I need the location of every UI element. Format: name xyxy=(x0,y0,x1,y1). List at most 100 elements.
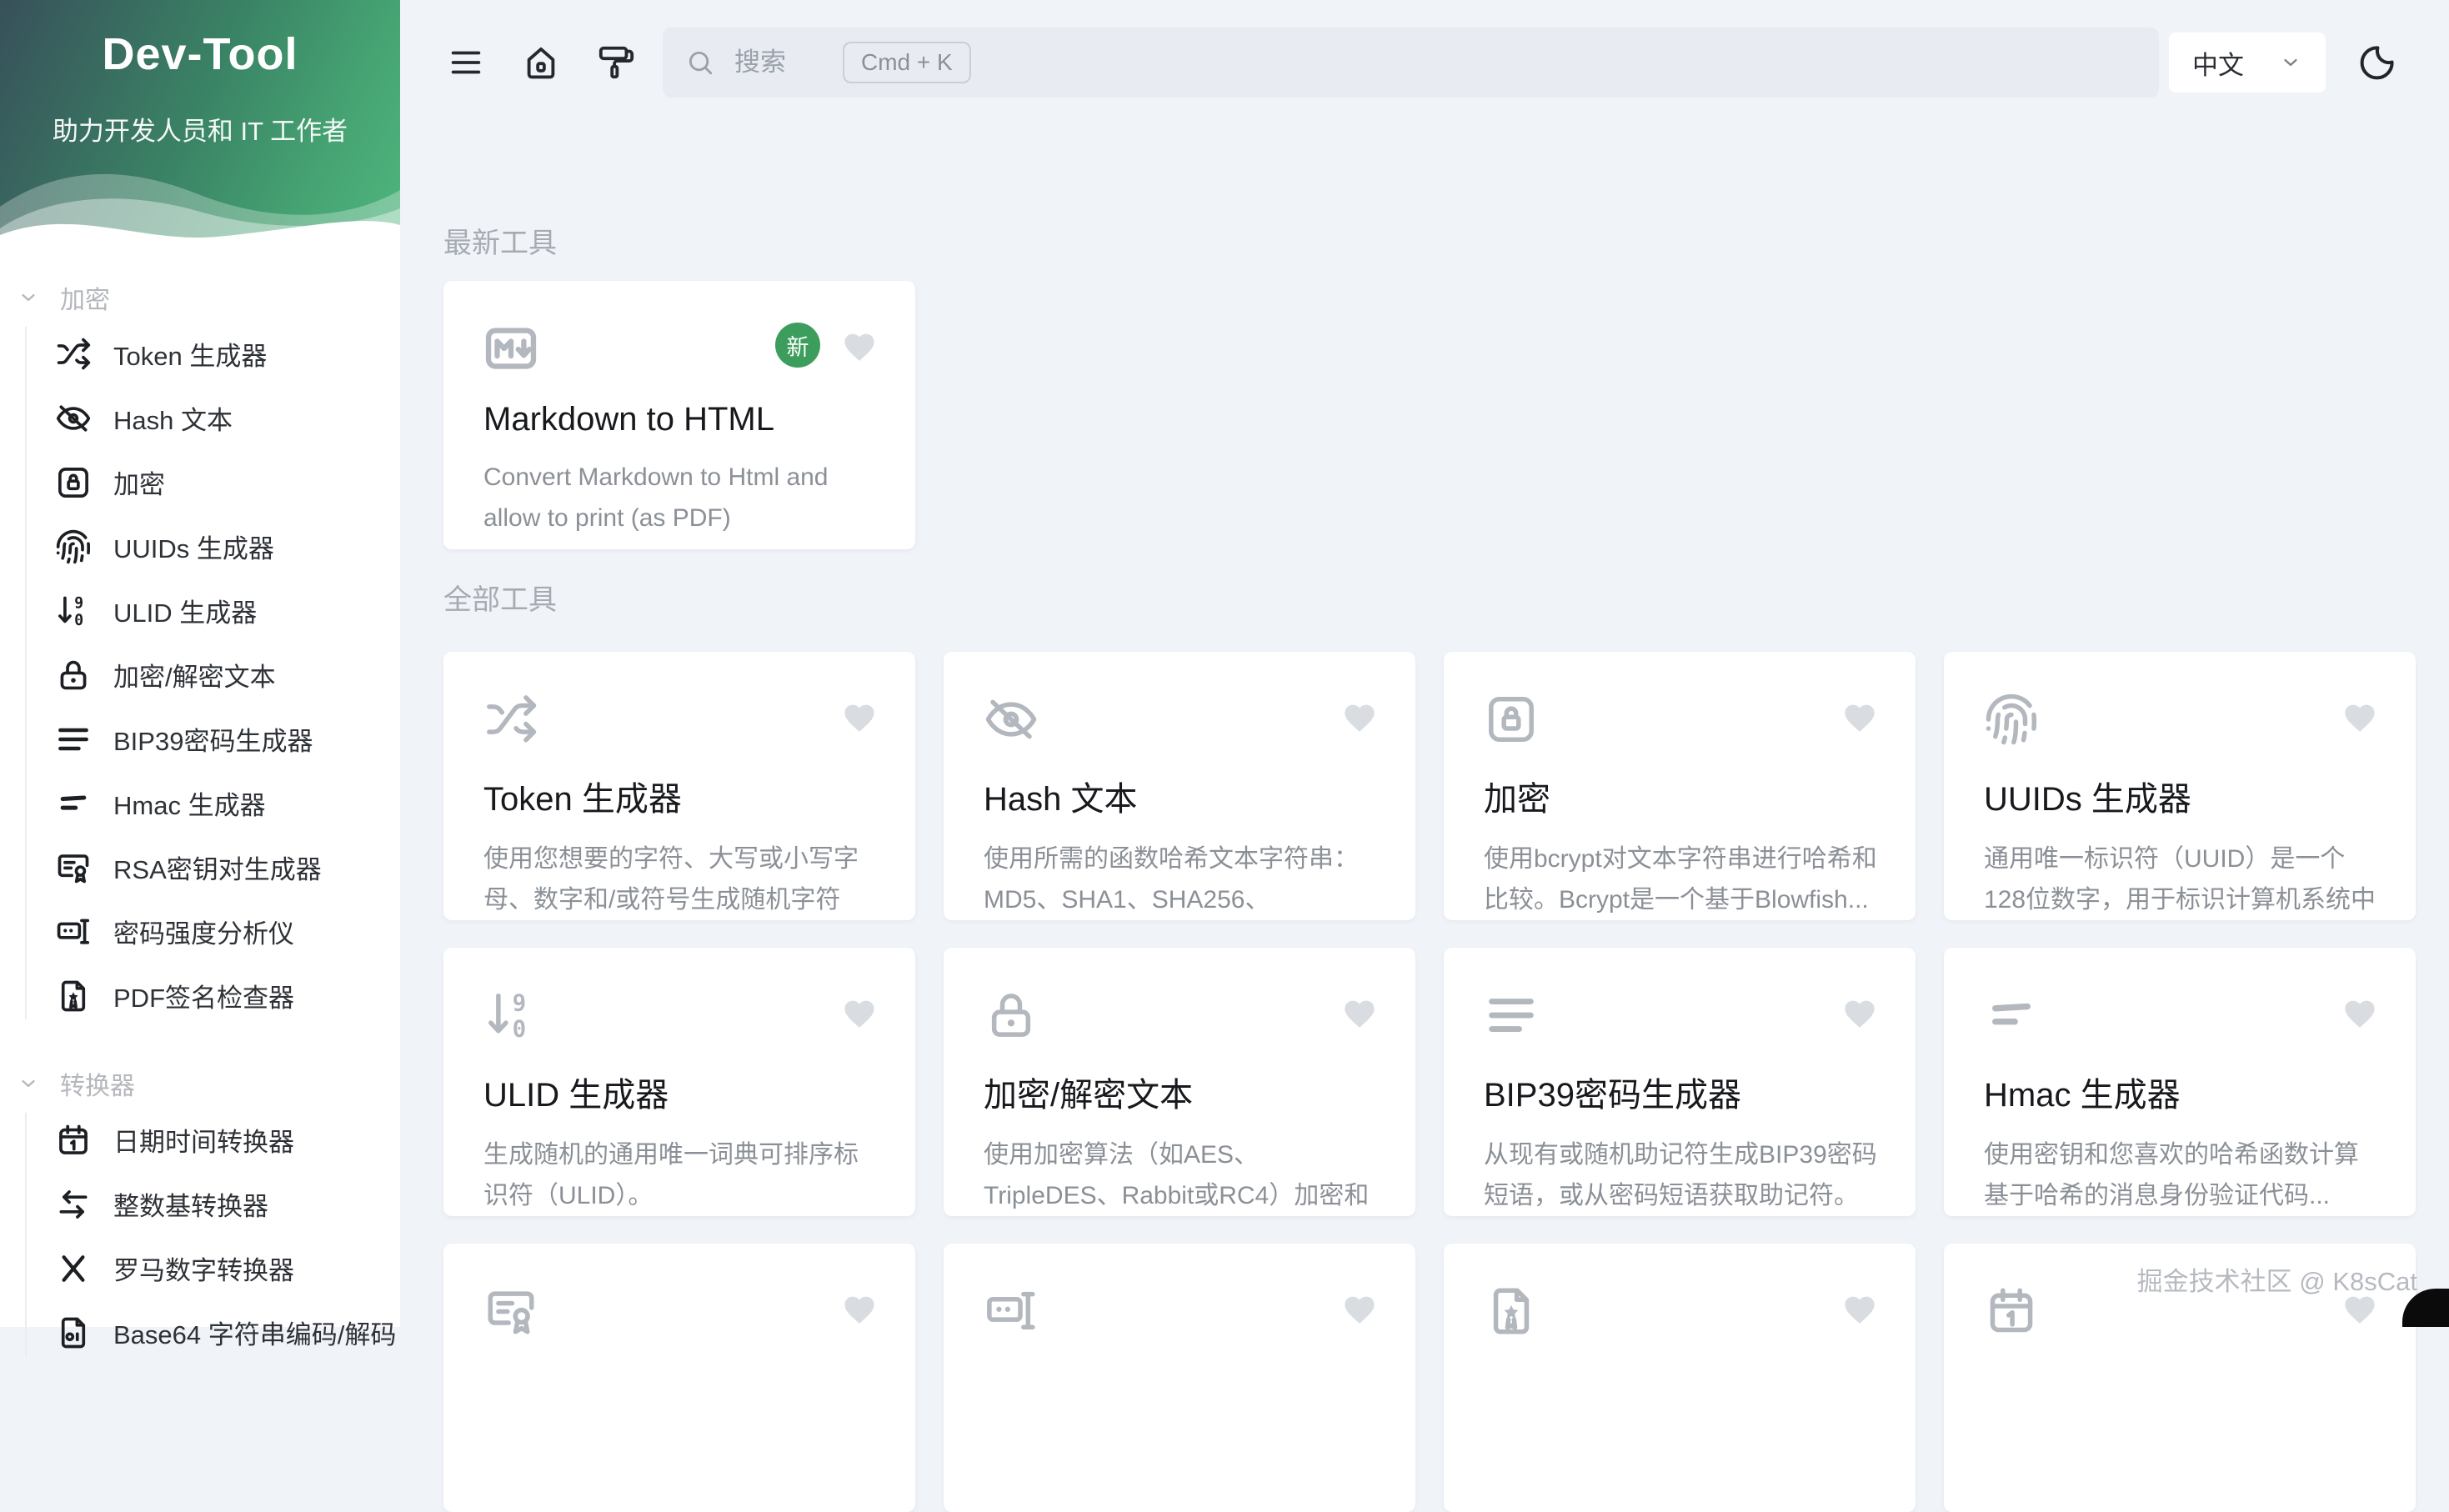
search-icon xyxy=(686,48,714,77)
sidebar-item[interactable]: 加密 xyxy=(0,450,400,514)
sidebar-item-label: ULID 生成器 xyxy=(113,592,257,629)
card-top: 90 xyxy=(483,988,879,1043)
sidebar-item-label: Token 生成器 xyxy=(113,335,267,373)
heart-icon[interactable] xyxy=(1841,698,1879,737)
card-top xyxy=(483,1284,879,1339)
card-description: Convert Markdown to Html and allow to pr… xyxy=(483,457,879,538)
arrow-down-10-icon: 90 xyxy=(55,593,92,629)
sidebar-item[interactable]: PDF签名检查器 xyxy=(0,964,400,1028)
sidebar-item[interactable]: 90 ULID 生成器 xyxy=(0,578,400,643)
card-title: ULID 生成器 xyxy=(483,1068,879,1116)
sidebar-item[interactable]: Base64 字符串编码/解码 xyxy=(0,1300,400,1364)
section-header-converters[interactable]: 转换器 xyxy=(0,1059,400,1108)
hmac-lines-icon xyxy=(1984,988,2039,1043)
language-select[interactable]: 中文 xyxy=(2169,33,2326,93)
heart-icon[interactable] xyxy=(840,328,879,366)
sidebar-item[interactable]: BIP39密码生成器 xyxy=(0,707,400,771)
sidebar-item-label: PDF签名检查器 xyxy=(113,977,294,1014)
sidebar-item[interactable]: 密码强度分析仪 xyxy=(0,899,400,964)
card-title: 加密/解密文本 xyxy=(984,1068,1379,1116)
app-root: { "sidebar": { "title": "Dev-Tool", "sub… xyxy=(0,0,2449,1327)
sidebar-item[interactable]: 整数基转换器 xyxy=(0,1172,400,1236)
card-description: 使用加密算法（如AES、TripleDES、Rabbit或RC4）加密和解密文本… xyxy=(984,1134,1379,1216)
heart-icon[interactable] xyxy=(840,1290,879,1329)
menu-icon xyxy=(447,43,485,82)
align-left-icon xyxy=(55,721,92,758)
tool-card[interactable] xyxy=(443,1244,915,1512)
sidebar-item[interactable]: UUIDs 生成器 xyxy=(0,514,400,578)
card-top xyxy=(984,988,1379,1043)
sidebar: Dev-Tool 助力开发人员和 IT 工作者 加密 Token 生成器 Ha xyxy=(0,0,400,1327)
search-input[interactable] xyxy=(733,47,836,78)
file-certificate-icon xyxy=(1484,1284,1539,1339)
heart-icon[interactable] xyxy=(1841,994,1879,1033)
lock-icon xyxy=(55,657,92,693)
svg-text:0: 0 xyxy=(74,611,83,628)
home-button[interactable] xyxy=(522,43,560,82)
sidebar-item-label: 密码强度分析仪 xyxy=(113,913,294,950)
svg-text:0: 0 xyxy=(513,1015,527,1042)
card-description: 使用密钥和您喜欢的哈希函数计算基于哈希的消息身份验证代码... xyxy=(1984,1134,2379,1216)
theme-button[interactable] xyxy=(597,43,635,82)
svg-text:9: 9 xyxy=(74,594,83,612)
tool-card[interactable] xyxy=(944,1244,1415,1512)
tools-grid: Token 生成器 使用您想要的字符、大写或小写字母、数字和/或符号生成随机字符… xyxy=(443,652,2416,1216)
card-actions: 新 xyxy=(775,321,879,368)
sidebar-item[interactable]: 加密/解密文本 xyxy=(0,643,400,707)
card-title: Token 生成器 xyxy=(483,772,879,820)
tool-card[interactable]: BIP39密码生成器 从现有或随机助记符生成BIP39密码短语，或从密码短语获取… xyxy=(1444,948,1916,1216)
card-description: 从现有或随机助记符生成BIP39密码短语，或从密码短语获取助记符。 xyxy=(1484,1134,1879,1216)
section-header-encryption[interactable]: 加密 xyxy=(0,273,400,322)
tool-card[interactable]: Hmac 生成器 使用密钥和您喜欢的哈希函数计算基于哈希的消息身份验证代码... xyxy=(1944,948,2416,1216)
heart-icon[interactable] xyxy=(840,994,879,1033)
card-top xyxy=(984,1284,1379,1339)
sidebar-item-label: 日期时间转换器 xyxy=(113,1121,294,1159)
heart-icon[interactable] xyxy=(840,698,879,737)
tool-card[interactable]: 加密 使用bcrypt对文本字符串进行哈希和比较。Bcrypt是一个基于Blow… xyxy=(1444,652,1916,920)
heart-icon[interactable] xyxy=(2341,698,2379,737)
card-title: Hmac 生成器 xyxy=(1984,1068,2379,1116)
heart-icon[interactable] xyxy=(2341,994,2379,1033)
fingerprint-icon xyxy=(55,528,92,565)
certificate-icon xyxy=(55,849,92,886)
tool-card[interactable]: 90 ULID 生成器 生成随机的通用唯一词典可排序标识符（ULID）。 xyxy=(443,948,915,1216)
sidebar-item[interactable]: RSA密钥对生成器 xyxy=(0,835,400,899)
shuffle-icon xyxy=(483,692,538,747)
tool-card[interactable]: 加密/解密文本 使用加密算法（如AES、TripleDES、Rabbit或RC4… xyxy=(944,948,1415,1216)
sidebar-item[interactable]: Token 生成器 xyxy=(0,322,400,386)
heart-icon[interactable] xyxy=(1340,1290,1379,1329)
sidebar-item[interactable]: 罗马数字转换器 xyxy=(0,1236,400,1300)
new-badge: 新 xyxy=(775,323,820,368)
tool-card[interactable]: Token 生成器 使用您想要的字符、大写或小写字母、数字和/或符号生成随机字符… xyxy=(443,652,915,920)
heart-icon[interactable] xyxy=(1340,698,1379,737)
sidebar-section-converters: 转换器 日期时间转换器 整数基转换器 罗马数字转换器 Base64 字符串 xyxy=(0,1059,400,1364)
card-title: BIP39密码生成器 xyxy=(1484,1068,1879,1116)
card-description: 使用所需的函数哈希文本字符串：MD5、SHA1、SHA256、SHA224... xyxy=(984,839,1379,920)
sidebar-item[interactable]: 日期时间转换器 xyxy=(0,1108,400,1172)
heart-icon[interactable] xyxy=(1841,1290,1879,1329)
sidebar-item-label: Hash 文本 xyxy=(113,399,233,437)
hmac-lines-icon xyxy=(55,785,92,822)
dark-mode-toggle[interactable] xyxy=(2357,43,2397,83)
sidebar-item[interactable]: Hmac 生成器 xyxy=(0,771,400,835)
menu-button[interactable] xyxy=(447,43,485,82)
search-bar[interactable]: Cmd + K xyxy=(663,28,2159,98)
sidebar-item[interactable]: Hash 文本 xyxy=(0,386,400,450)
align-left-icon xyxy=(1484,988,1539,1043)
sidebar-item-label: 加密/解密文本 xyxy=(113,656,276,693)
sidebar-item-label: RSA密钥对生成器 xyxy=(113,849,322,886)
tool-card[interactable] xyxy=(1444,1244,1916,1512)
card-title: UUIDs 生成器 xyxy=(1984,772,2379,820)
tool-card[interactable]: UUIDs 生成器 通用唯一标识符（UUID）是一个128位数字，用于标识计算机… xyxy=(1944,652,2416,920)
main-content: 最新工具 新 Markdown to HTML Convert Markdown… xyxy=(400,125,2449,1512)
tool-card[interactable]: Hash 文本 使用所需的函数哈希文本字符串：MD5、SHA1、SHA256、S… xyxy=(944,652,1415,920)
tool-card-markdown-to-html[interactable]: 新 Markdown to HTML Convert Markdown to H… xyxy=(443,281,915,549)
chevron-down-icon xyxy=(17,286,40,309)
lock-square-icon xyxy=(55,464,92,501)
paint-roller-icon xyxy=(597,43,635,82)
heart-icon[interactable] xyxy=(1340,994,1379,1033)
tools-grid-partial xyxy=(443,1244,2416,1512)
wave-decoration xyxy=(0,142,400,250)
card-description: 通用唯一标识符（UUID）是一个128位数字，用于标识计算机系统中的... xyxy=(1984,839,2379,920)
file-certificate-icon xyxy=(55,978,92,1014)
